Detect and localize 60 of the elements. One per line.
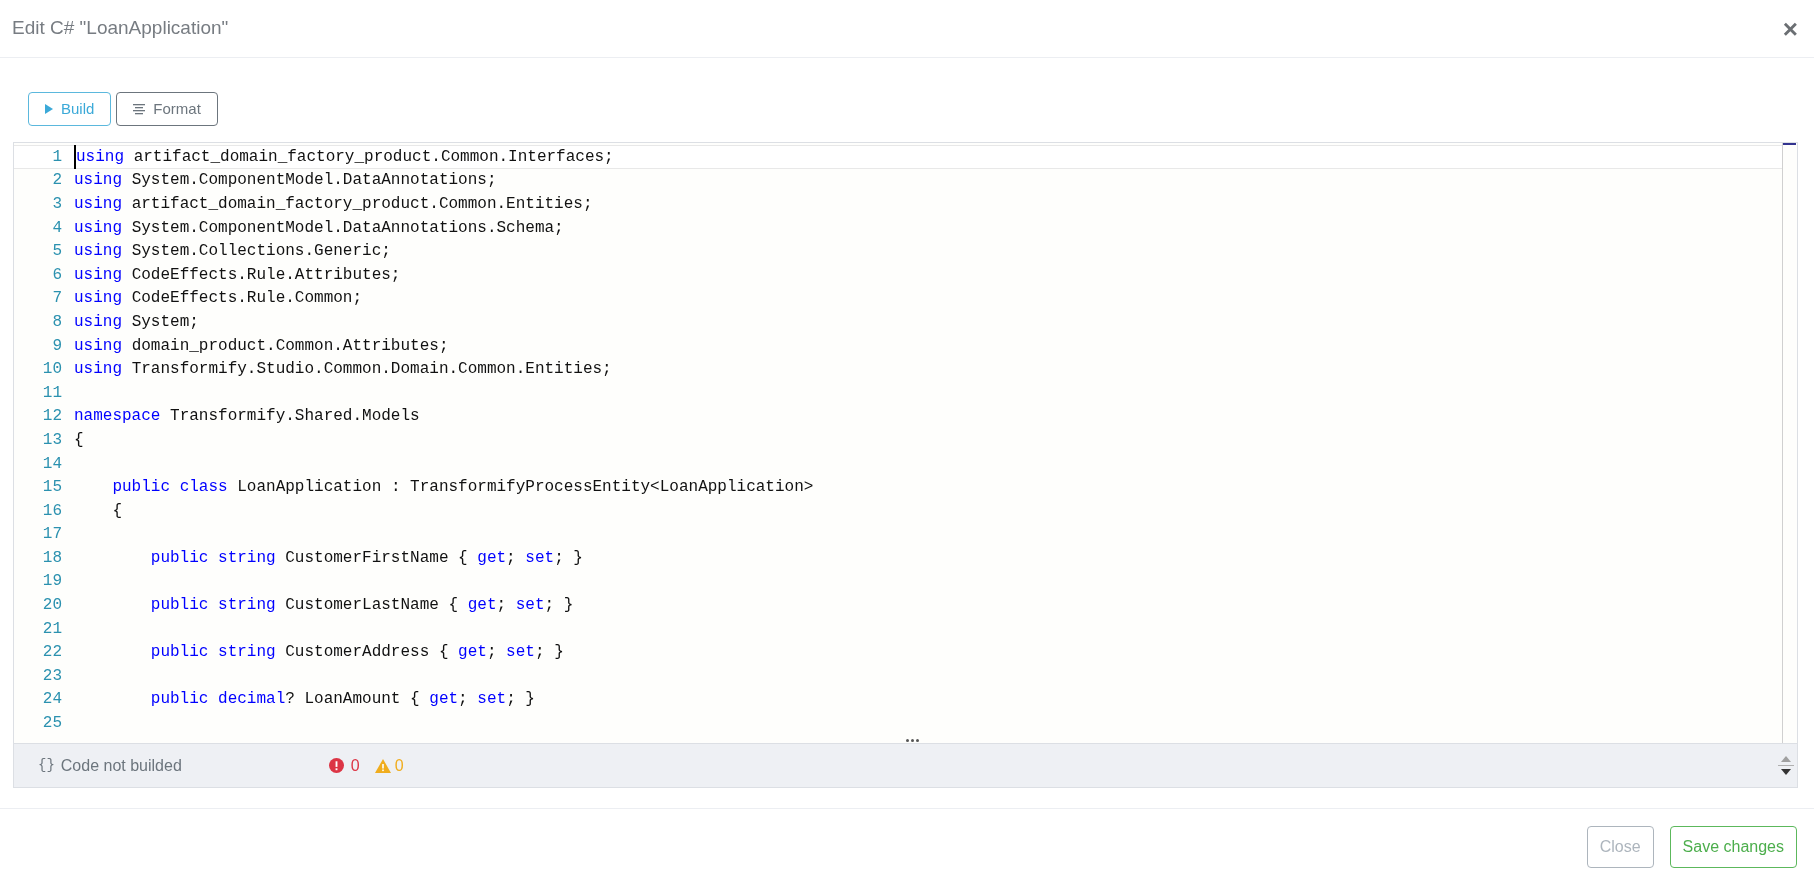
line-number: 5 <box>51 241 62 263</box>
code-line: using domain_product.Common.Attributes; <box>74 336 449 355</box>
line-number: 18 <box>41 547 62 569</box>
line-number: 22 <box>41 642 62 664</box>
close-button[interactable]: Close <box>1586 826 1654 868</box>
code-line: public string CustomerAddress { get; set; } <box>149 643 564 662</box>
code-line: public class LoanApplication : TransformifyProcessEntity<LoanApplication> <box>111 478 814 497</box>
line-number: 11 <box>41 382 62 404</box>
scroll-up-icon[interactable] <box>1781 756 1791 762</box>
line-number: 21 <box>41 618 62 640</box>
status-message: Code not builded <box>60 755 183 776</box>
code-line: using CodeEffects.Rule.Attributes; <box>74 265 401 284</box>
code-line: using System; <box>74 312 199 331</box>
line-number: 8 <box>51 311 62 333</box>
line-number: 2 <box>51 170 62 192</box>
line-number: 19 <box>41 571 62 593</box>
scroll-down-icon[interactable] <box>1781 769 1791 775</box>
line-number: 10 <box>41 359 62 381</box>
error-count: 0 <box>350 755 360 776</box>
line-number: 14 <box>41 453 62 475</box>
line-number: 23 <box>41 665 62 687</box>
code-line: using Transformify.Studio.Common.Domain.Common.Entities; <box>74 360 612 379</box>
line-number: 20 <box>41 595 62 617</box>
dialog-title: Edit C# "LoanApplication" <box>12 16 229 41</box>
code-line: public decimal? LoanAmount { get; set; } <box>149 690 535 709</box>
code-line: { <box>74 430 84 449</box>
error-icon <box>328 758 344 773</box>
line-number: 24 <box>41 689 62 711</box>
line-number: 3 <box>51 194 62 215</box>
play-icon <box>45 104 53 114</box>
line-number: 25 <box>41 713 62 735</box>
code-line: using CodeEffects.Rule.Common; <box>74 289 363 308</box>
code-line: using artifact_domain_factory_product.Common.Entities; <box>74 195 593 213</box>
line-number: 13 <box>41 429 62 451</box>
format-button[interactable]: Format <box>116 92 218 126</box>
braces-icon: {} <box>38 755 55 776</box>
line-number: 12 <box>41 406 62 428</box>
warning-icon <box>374 758 391 773</box>
code-line: public string CustomerLastName { get; set; } <box>149 596 574 615</box>
scrollbar[interactable] <box>1782 143 1796 743</box>
line-number: 9 <box>51 335 62 357</box>
code-line: using System.ComponentModel.DataAnnotations; <box>74 171 497 190</box>
line-number: 15 <box>41 477 62 499</box>
code-line: using artifact_domain_factory_product.Common.Interfaces; <box>76 147 614 166</box>
line-number: 1 <box>51 146 62 168</box>
resize-handle-icon[interactable] <box>905 739 919 742</box>
build-button[interactable]: Build <box>28 92 112 126</box>
line-number: 16 <box>41 500 62 522</box>
warning-count: 0 <box>394 755 404 776</box>
line-number: 17 <box>41 524 62 546</box>
line-number: 7 <box>51 288 62 310</box>
line-number: 6 <box>51 264 62 286</box>
code-line: public string CustomerFirstName { get; set; } <box>149 548 583 567</box>
code-line: using System.ComponentModel.DataAnnotations.Schema; <box>74 218 564 237</box>
save-button[interactable]: Save changes <box>1669 826 1797 868</box>
align-center-icon <box>133 103 146 115</box>
line-number: 4 <box>51 217 62 239</box>
code-line: namespace Transformify.Shared.Models <box>74 407 420 426</box>
code-line: { <box>111 501 122 520</box>
code-line: using System.Collections.Generic; <box>74 242 391 261</box>
